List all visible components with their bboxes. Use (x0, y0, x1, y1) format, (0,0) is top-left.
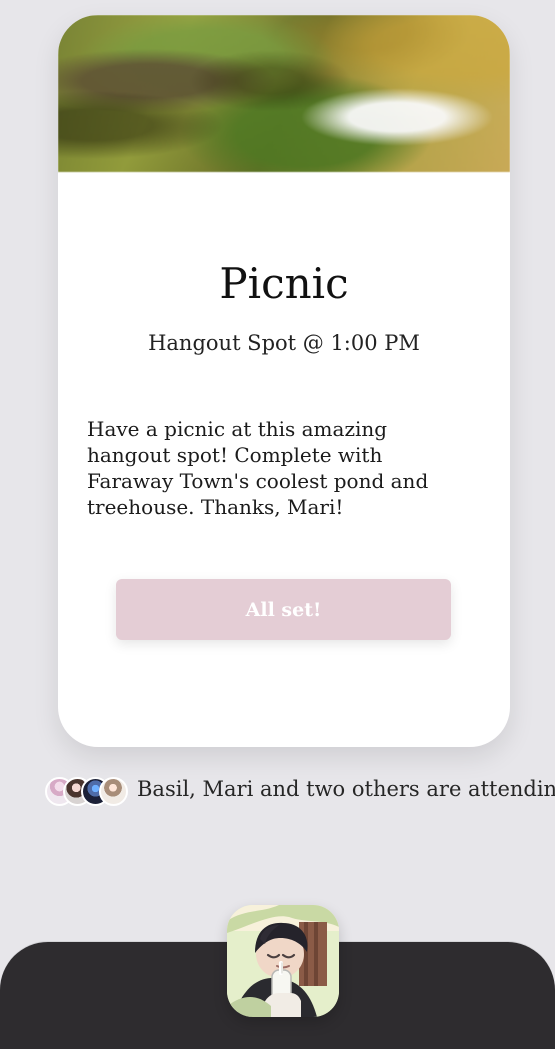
event-title: Picnic (219, 259, 349, 308)
attendee-summary: Basil, Mari and two others are attending (45, 776, 555, 808)
event-hero-image (58, 15, 510, 172)
profile-avatar-button[interactable] (227, 905, 339, 1017)
attendee-avatar-stack (45, 776, 128, 808)
all-set-button[interactable]: All set! (116, 579, 451, 640)
attending-text: Basil, Mari and two others are attending (137, 777, 555, 801)
hero-overlay (58, 15, 510, 172)
event-card: Picnic Hangout Spot @ 1:00 PM Have a pic… (58, 15, 510, 747)
friend-avatar-4 (99, 777, 128, 806)
event-subtitle: Hangout Spot @ 1:00 PM (148, 331, 420, 355)
profile-avatar-icon (227, 905, 339, 1017)
event-description: Have a picnic at this amazing hangout sp… (87, 417, 429, 519)
